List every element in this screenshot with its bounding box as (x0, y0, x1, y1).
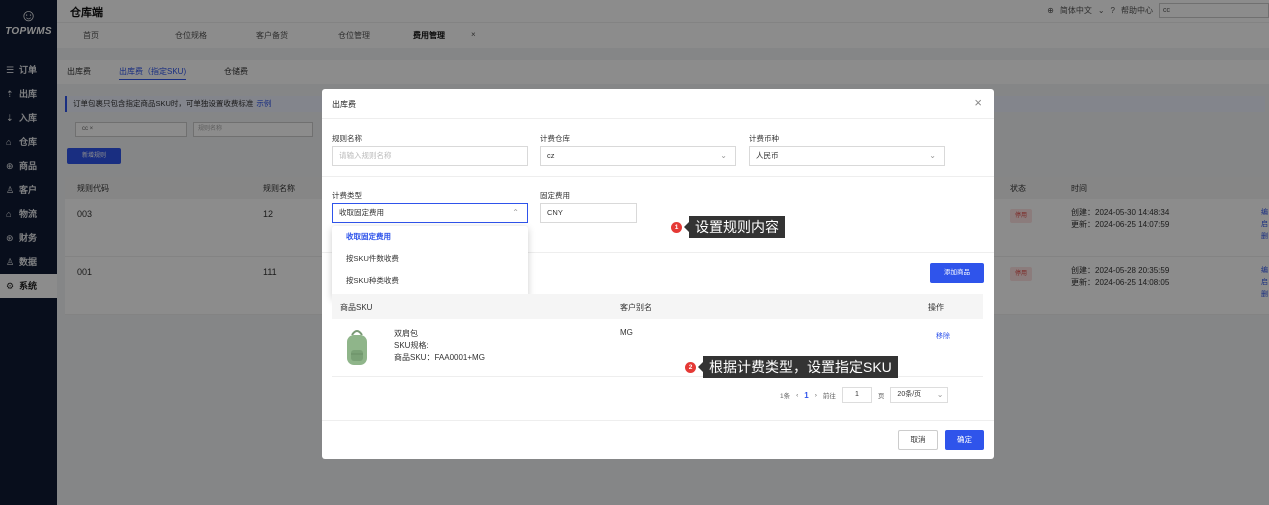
remove-link[interactable]: 移除 (936, 331, 950, 341)
chevron-down-icon: ⌄ (720, 151, 727, 160)
chevron-up-icon: ⌃ (512, 208, 519, 217)
fixed-fee-input[interactable]: CNY (540, 203, 637, 223)
callout-2: 2 根据计费类型，设置指定SKU (685, 356, 898, 378)
confirm-button[interactable]: 确定 (945, 430, 984, 450)
sku-table-header: 商品SKU 客户别名 操作 (332, 294, 983, 319)
next-page-icon[interactable]: › (815, 392, 817, 399)
charge-type-select[interactable]: 收取固定费用 ⌃ (332, 203, 528, 223)
callout-text: 设置规则内容 (684, 216, 785, 238)
close-icon[interactable]: × (974, 95, 982, 110)
warehouse-label: 计费仓库 (540, 134, 570, 143)
chevron-down-icon: ⌄ (929, 151, 936, 160)
step-badge: 1 (671, 221, 682, 233)
modal-header: 出库费 × (322, 89, 994, 119)
divider (322, 420, 994, 421)
col-sku: 商品SKU (340, 303, 373, 312)
step-badge: 2 (685, 361, 696, 373)
col-alias: 客户别名 (620, 303, 652, 312)
callout-text: 根据计费类型，设置指定SKU (698, 356, 898, 378)
sku-code: 商品SKU：FAA0001+MG (394, 353, 485, 362)
sku-alias: MG (620, 328, 633, 337)
fixed-fee-label: 固定费用 (540, 191, 570, 200)
callout-1: 1 设置规则内容 (671, 216, 785, 238)
charge-type-label: 计费类型 (332, 191, 362, 200)
currency-label: 计费币种 (749, 134, 779, 143)
option-per-piece[interactable]: 按SKU件数收费 (332, 248, 528, 270)
cancel-button[interactable]: 取消 (898, 430, 938, 450)
rule-name-label: 规则名称 (332, 134, 362, 143)
col-ops: 操作 (928, 303, 944, 312)
goto-label: 前往 (822, 393, 836, 400)
rule-name-input[interactable]: 请输入规则名称 (332, 146, 528, 166)
page-size-select[interactable]: 20条/页 ⌄ (890, 387, 949, 403)
total-count: 1条 (780, 393, 791, 400)
sku-product-name: 双肩包 (394, 329, 418, 338)
divider (322, 176, 994, 177)
option-fixed-fee[interactable]: 收取固定费用 (332, 226, 528, 248)
chevron-down-icon: ⌄ (936, 390, 944, 399)
add-goods-button[interactable]: 添加商品 (930, 263, 984, 283)
pagination: 1条 ‹ 1 › 前往 1 页 20条/页 ⌄ (780, 387, 949, 403)
charge-type-value: 收取固定费用 (339, 208, 384, 217)
currency-select[interactable]: 人民币 ⌄ (749, 146, 945, 166)
currency-value: 人民币 (756, 151, 779, 160)
charge-type-dropdown: 收取固定费用 按SKU件数收费 按SKU种类收费 (332, 226, 528, 298)
option-per-sku-type[interactable]: 按SKU种类收费 (332, 270, 528, 292)
prev-page-icon[interactable]: ‹ (796, 392, 798, 399)
page-size-value: 20条/页 (897, 391, 922, 398)
backpack-image (347, 330, 367, 365)
page-unit: 页 (877, 393, 885, 400)
goto-page-input[interactable]: 1 (841, 387, 872, 403)
modal-title: 出库费 (332, 100, 356, 109)
current-page[interactable]: 1 (804, 391, 808, 400)
warehouse-value: cz (547, 151, 555, 160)
sku-spec: SKU规格: (394, 341, 429, 350)
warehouse-select[interactable]: cz ⌄ (540, 146, 736, 166)
